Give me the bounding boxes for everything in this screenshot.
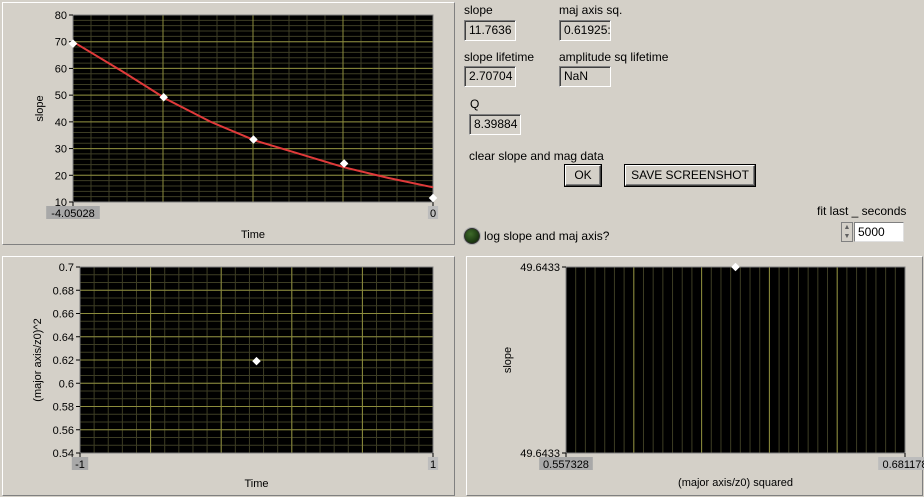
y-tick-label: 50 — [55, 90, 67, 102]
fit-seconds-input[interactable]: 5000 — [854, 222, 904, 242]
increment-arrow-icon[interactable]: ▲ — [842, 223, 852, 232]
y-tick-label: 40 — [55, 117, 67, 129]
amplitude-sq-lifetime-label: amplitude sq lifetime — [559, 50, 669, 64]
y-tick-label: 70 — [55, 37, 67, 49]
fit-seconds-stepper[interactable]: ▲ ▼ — [841, 222, 853, 242]
x-tick-label: -1 — [75, 459, 85, 471]
log-toggle-led[interactable] — [464, 228, 480, 244]
major-axis-time-plot: 0.54 0.56 0.58 0.6 0.62 0.64 0.66 0.68 0.7 -1 1 Tim… — [32, 262, 439, 490]
y-tick-label: 0.54 — [53, 448, 74, 460]
x-tick-label: -4.05028 — [51, 208, 94, 220]
x-axis-title: (major axis/z0) squared — [678, 477, 793, 489]
major-axis-time-chart: 0.54 0.56 0.58 0.6 0.62 0.64 0.66 0.68 0.7 -1 1 Tim… — [2, 256, 455, 496]
y-axis-title: slope — [34, 95, 46, 121]
slope-time-plot: 1020304050607080-4.05028 0Timeslope — [34, 10, 439, 241]
y-axis-title: (major axis/z0)^2 — [32, 318, 44, 401]
x-axis-title: Time — [241, 229, 265, 241]
slope-indicator: 11.7636 — [464, 20, 516, 41]
fit-seconds-label: fit last _ seconds — [817, 204, 907, 218]
y-tick-label: 0.62 — [53, 355, 74, 367]
y-tick-label: 0.66 — [53, 309, 74, 321]
y-tick-label: 0.64 — [53, 332, 74, 344]
save-screenshot-button[interactable]: SAVE SCREENSHOT — [625, 165, 755, 186]
x-tick-label: 0 — [430, 208, 436, 220]
log-toggle-label: log slope and maj axis? — [484, 229, 610, 243]
maj-axis-sq-label: maj axis sq. — [559, 3, 623, 17]
amplitude-sq-lifetime-indicator: NaN — [559, 66, 611, 87]
slope-vs-major-axis-plot: 49.643349.64330.557328 0.681178(major axi… — [502, 262, 924, 489]
slope-time-chart: 10 20 30 40 50 60 70 80 -4.05028 0 Time slope — [2, 2, 455, 245]
q-label: Q — [470, 97, 480, 111]
plot-area — [566, 267, 905, 453]
y-tick-label: 0.68 — [53, 285, 74, 297]
y-tick-label: 0.56 — [53, 425, 74, 437]
y-axis-title: slope — [502, 347, 514, 373]
slope-lifetime-label: slope lifetime — [464, 50, 535, 64]
y-tick-label: 20 — [55, 170, 67, 182]
y-tick-label: 0.6 — [59, 378, 74, 390]
x-axis-title: Time — [244, 478, 268, 490]
q-indicator: 8.39884 — [469, 114, 521, 135]
slope-label: slope — [464, 3, 493, 17]
y-tick-label: 49.6433 — [520, 262, 560, 274]
x-tick-label: 0.681178 — [882, 459, 924, 471]
y-tick-label: 60 — [55, 63, 67, 75]
y-tick-label: 0.58 — [53, 402, 74, 414]
y-tick-label: 0.7 — [59, 262, 74, 274]
x-tick-label: 0.557328 — [543, 459, 589, 471]
slope-lifetime-indicator: 2.70704 — [464, 66, 516, 87]
maj-axis-sq-indicator: 0.61925: — [559, 20, 611, 41]
y-tick-label: 30 — [55, 144, 67, 156]
x-tick-label: 1 — [430, 459, 436, 471]
y-tick-label: 80 — [55, 10, 67, 22]
ok-button[interactable]: OK — [565, 165, 601, 186]
slope-vs-major-axis-chart: 49.6433 49.6433 0.557328 0.681178 (major axi… — [466, 256, 924, 496]
decrement-arrow-icon[interactable]: ▼ — [842, 232, 852, 241]
clear-data-label: clear slope and mag data — [469, 149, 604, 163]
